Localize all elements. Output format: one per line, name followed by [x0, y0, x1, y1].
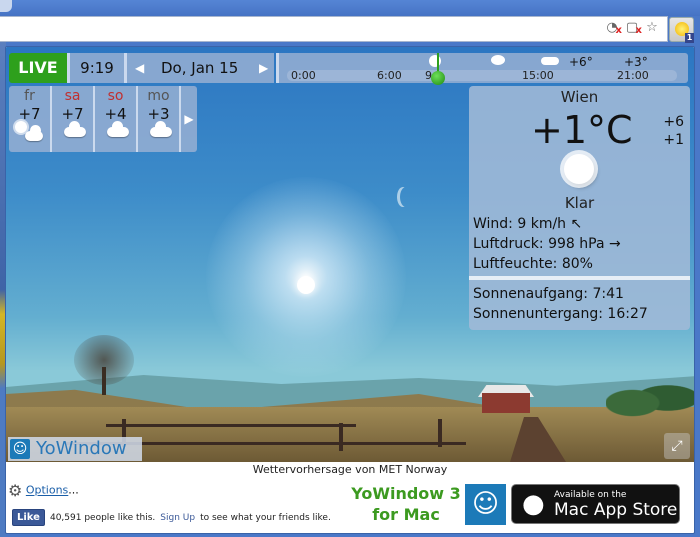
facebook-like-widget: Like 40,591 people like this. Sign Up to…: [12, 509, 331, 526]
yowindow-popup: LIVE 9:19 ◀ Do, Jan 15 ▶ 0:00 6:00 9: 15…: [5, 46, 695, 534]
yowindow-sun-logo-icon[interactable]: ☺: [465, 484, 506, 525]
day-name: mo: [147, 88, 170, 104]
tree-trunk: [102, 367, 106, 395]
tick-label: 0:00: [291, 69, 316, 82]
pine-trees: [606, 373, 694, 423]
farmhouse: [482, 393, 530, 413]
mac-promo[interactable]: YoWindow 3 for Mac: [346, 483, 466, 525]
browser-tab[interactable]: [0, 0, 12, 12]
current-weather-panel: Wien +1°C +6 +1 Klar Wind: 9 km/h ↖ Luft…: [469, 86, 690, 330]
mac-app-store-button[interactable]: ● Available on the Mac App Store: [511, 484, 680, 524]
day-temp: +7: [18, 105, 41, 123]
fence-post: [438, 419, 442, 447]
high-temp: +6: [663, 114, 684, 130]
city-name[interactable]: Wien: [469, 88, 690, 106]
options-link[interactable]: Options: [26, 484, 68, 497]
timeline[interactable]: 0:00 6:00 9: 15:00 21:00 +6° +3°: [276, 53, 688, 85]
forecast-credit: Wettervorhersage von MET Norway: [252, 463, 448, 476]
day-name: sa: [64, 88, 81, 104]
promo-line1: YoWindow 3: [351, 484, 461, 503]
yowindow-extension-button[interactable]: 1: [669, 17, 694, 43]
forecast-strip: fr +7 sa +7 so +4 mo +3 ▶: [9, 86, 197, 152]
options-ellipsis: ...: [68, 483, 79, 497]
fullscreen-icon[interactable]: ⤢: [664, 433, 690, 459]
moon: [400, 187, 412, 207]
yowindow-logo-icon: ☺: [10, 439, 30, 459]
sun-cloud-icon: [9, 121, 50, 141]
cloud-icon: [95, 121, 136, 139]
tick-label: 21:00: [617, 69, 649, 82]
date-selector: ◀ Do, Jan 15 ▶: [124, 53, 274, 83]
cookie-blocked-icon[interactable]: ◔ x: [604, 20, 622, 36]
fb-count: 40,591 people like this.: [49, 512, 156, 523]
cloud-icon: [138, 121, 179, 139]
sun: [297, 276, 315, 294]
bookmark-star-icon[interactable]: ☆: [644, 20, 660, 36]
cloud-icon: [52, 121, 93, 139]
wind: Wind: 9 km/h ↖: [473, 216, 583, 232]
fb-like-button[interactable]: Like: [12, 509, 45, 526]
divider: [469, 276, 690, 280]
tick-label: 15:00: [522, 69, 554, 82]
browser-title-bar: [0, 0, 700, 16]
forecast-next-button[interactable]: ▶: [181, 86, 197, 152]
sun-icon: [429, 55, 441, 67]
puzzle-blocked-icon[interactable]: ▢ x: [624, 20, 642, 36]
forecast-day[interactable]: mo +3: [138, 86, 181, 152]
appstore-line1: Available on the: [554, 490, 627, 500]
current-temperature: +1°C: [531, 108, 633, 152]
address-bar[interactable]: [0, 16, 668, 42]
fence-post: [339, 423, 343, 451]
forecast-day[interactable]: sa +7: [52, 86, 95, 152]
extension-badge: 1: [685, 33, 694, 43]
day-name: so: [107, 88, 124, 104]
fb-tail: to see what your friends like.: [200, 512, 331, 523]
pressure: Luftdruck: 998 hPa →: [473, 236, 621, 252]
current-time[interactable]: 9:19: [67, 53, 124, 83]
appstore-line2: Mac App Store: [554, 500, 678, 520]
promo-line2: for Mac: [372, 505, 440, 524]
top-bar: LIVE 9:19 ◀ Do, Jan 15 ▶ 0:00 6:00 9: 15…: [6, 51, 694, 85]
brand-name: YoWindow: [36, 438, 127, 459]
timeline-temp: +3°: [624, 55, 648, 69]
sunset: Sonnenuntergang: 16:27: [473, 306, 648, 322]
sun-cloud-icon: [491, 55, 505, 65]
yowindow-brand[interactable]: ☺ YoWindow: [8, 437, 142, 461]
humidity: Luftfeuchte: 80%: [473, 256, 593, 272]
forecast-day[interactable]: so +4: [95, 86, 138, 152]
gear-icon[interactable]: ⚙: [8, 481, 22, 500]
timeline-handle[interactable]: [431, 71, 445, 85]
date-label: Do, Jan 15: [161, 59, 239, 77]
extension-icons: ◔ x ▢ x ☆: [604, 20, 660, 36]
live-button[interactable]: LIVE: [9, 53, 67, 83]
tick-label: 6:00: [377, 69, 402, 82]
sunrise: Sonnenaufgang: 7:41: [473, 286, 624, 302]
condition: Klar: [564, 194, 595, 212]
fence-rail: [106, 424, 356, 427]
fb-signup-link[interactable]: Sign Up: [160, 513, 195, 523]
low-temp: +1: [663, 132, 684, 148]
cloud-icon: [541, 57, 559, 65]
timeline-temp: +6°: [569, 55, 593, 69]
options-row: ⚙ Options...: [8, 481, 79, 500]
forecast-day[interactable]: fr +7: [9, 86, 52, 152]
apple-icon: ●: [522, 489, 545, 519]
next-day-button[interactable]: ▶: [259, 53, 268, 83]
day-name: fr: [24, 88, 35, 104]
clear-sun-icon: [564, 154, 594, 184]
prev-day-button[interactable]: ◀: [135, 53, 144, 83]
